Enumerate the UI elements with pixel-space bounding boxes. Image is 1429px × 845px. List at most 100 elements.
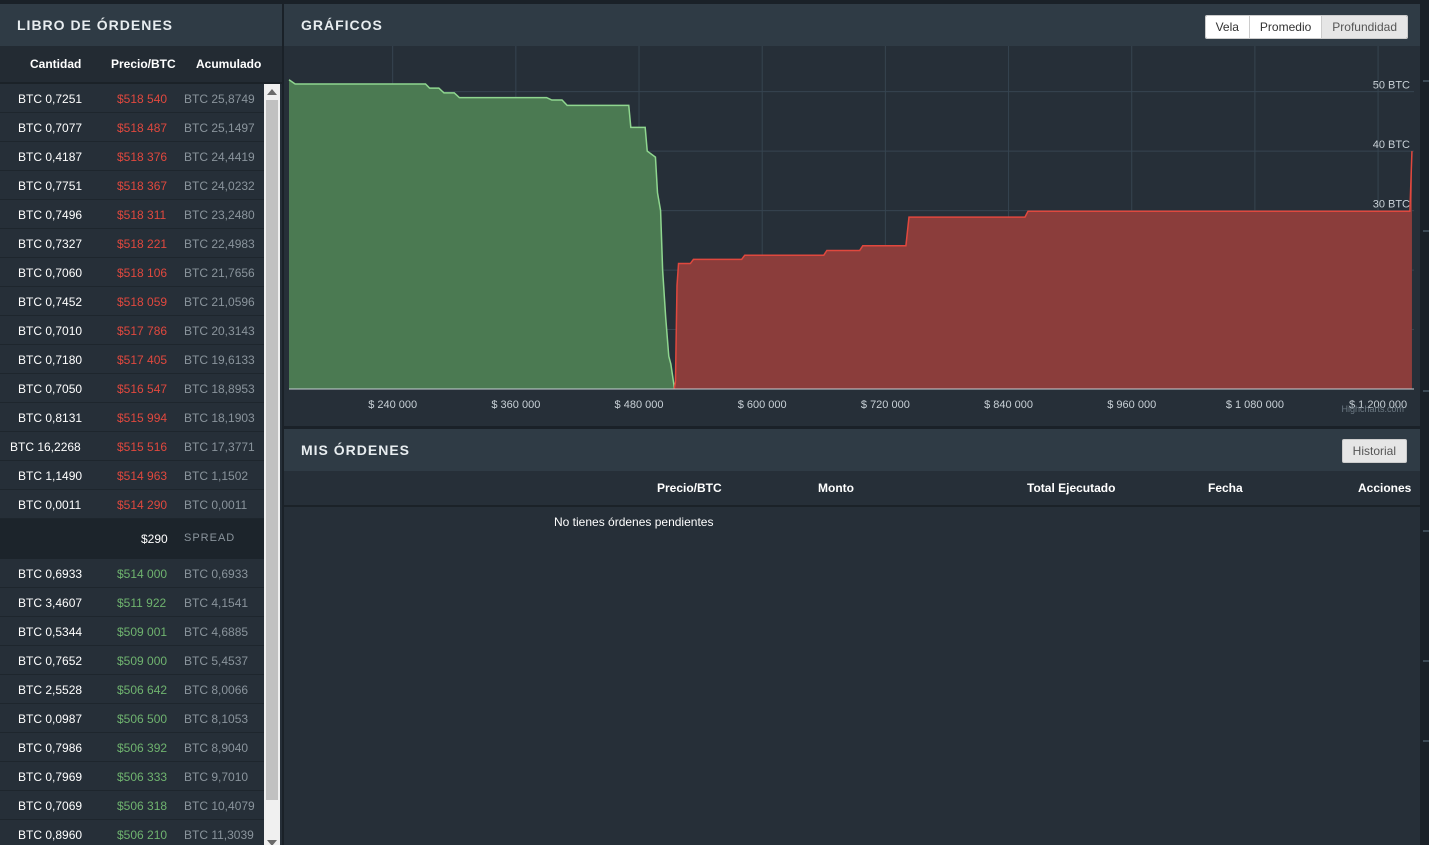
order-accumulated: BTC 4,6885 [184,625,249,639]
bid-row[interactable]: BTC 0,7652 $509 000 BTC 5,4537 [0,646,264,675]
bid-row[interactable]: BTC 0,7986 $506 392 BTC 8,9040 [0,733,264,762]
x-tick-label: $ 960 000 [1107,399,1156,411]
spread-row: $290 SPREAD [0,519,264,559]
y-tick-label: 30 BTC [1373,199,1410,211]
column-header-accumulated[interactable]: Acumulado [196,57,261,71]
order-price: $518 106 [117,266,168,280]
x-tick-label: $ 840 000 [984,399,1033,411]
chart-credit: Highcharts.com [1341,404,1404,414]
ask-row[interactable]: BTC 0,7180 $517 405 BTC 19,6133 [0,345,264,374]
column-header-price[interactable]: Precio/BTC [111,57,176,71]
bid-row[interactable]: BTC 0,0987 $506 500 BTC 8,1053 [0,704,264,733]
order-accumulated: BTC 20,3143 [184,324,255,338]
bid-row[interactable]: BTC 3,4607 $511 922 BTC 4,1541 [0,588,264,617]
order-accumulated: BTC 25,1497 [184,121,255,135]
ask-row[interactable]: BTC 0,7751 $518 367 BTC 24,0232 [0,171,264,200]
order-quantity: BTC 0,5344 [18,625,83,639]
ask-row[interactable]: BTC 16,2268 $515 516 BTC 17,3771 [0,432,264,461]
order-price: $517 405 [117,353,168,367]
tab-profundidad[interactable]: Profundidad [1322,16,1407,38]
order-price: $506 210 [117,828,168,842]
column-header-quantity[interactable]: Cantidad [30,57,81,71]
ask-row[interactable]: BTC 0,7077 $518 487 BTC 25,1497 [0,113,264,142]
order-price: $506 333 [117,770,168,784]
order-quantity: BTC 0,8131 [18,411,83,425]
x-tick-label: $ 600 000 [738,399,787,411]
orders-header-actions[interactable]: Acciones [1358,481,1411,495]
ask-row[interactable]: BTC 0,7452 $518 059 BTC 21,0596 [0,287,264,316]
ask-row[interactable]: BTC 1,1490 $514 963 BTC 1,1502 [0,461,264,490]
right-edge-gutter [1420,0,1429,845]
ask-row[interactable]: BTC 0,7496 $518 311 BTC 23,2480 [0,200,264,229]
bid-row[interactable]: BTC 0,5344 $509 001 BTC 4,6885 [0,617,264,646]
order-quantity: BTC 16,2268 [10,440,81,454]
order-quantity: BTC 1,1490 [18,469,83,483]
order-price: $511 922 [117,596,167,610]
order-price: $506 500 [117,712,168,726]
tab-vela[interactable]: Vela [1205,16,1250,38]
ask-row[interactable]: BTC 0,7050 $516 547 BTC 18,8953 [0,374,264,403]
tab-promedio[interactable]: Promedio [1249,16,1323,38]
x-tick-label: $ 720 000 [861,399,910,411]
orders-header-executed[interactable]: Total Ejecutado [1027,481,1115,495]
order-price: $514 290 [117,498,168,512]
ask-row[interactable]: BTC 0,8131 $515 994 BTC 18,1903 [0,403,264,432]
empty-orders-message: No tienes órdenes pendientes [554,515,714,529]
ask-row[interactable]: BTC 0,7251 $518 540 BTC 25,8749 [0,84,264,113]
orders-header-date[interactable]: Fecha [1208,481,1243,495]
scroll-down-arrow-icon[interactable] [267,840,277,845]
ask-row[interactable]: BTC 0,4187 $518 376 BTC 24,4419 [0,142,264,171]
order-quantity: BTC 0,7986 [18,741,83,755]
order-price: $506 318 [117,799,168,813]
bid-depth-area [289,79,675,390]
order-quantity: BTC 0,0987 [18,712,83,726]
order-accumulated: BTC 18,8953 [184,382,255,396]
ask-row[interactable]: BTC 0,0011 $514 290 BTC 0,0011 [0,490,264,519]
orders-header-price[interactable]: Precio/BTC [657,481,722,495]
order-price: $515 516 [117,440,168,454]
orders-header-amount[interactable]: Monto [818,481,854,495]
spread-value: $290 [141,532,168,546]
order-price: $506 642 [117,683,168,697]
ask-row[interactable]: BTC 0,7010 $517 786 BTC 20,3143 [0,316,264,345]
history-button[interactable]: Historial [1341,439,1407,463]
bid-row[interactable]: BTC 0,7969 $506 333 BTC 9,7010 [0,762,264,791]
bid-row[interactable]: BTC 0,8960 $506 210 BTC 11,3039 [0,820,264,845]
order-price: $517 786 [117,324,168,338]
order-quantity: BTC 0,7327 [18,237,83,251]
order-accumulated: BTC 22,4983 [184,237,255,251]
order-quantity: BTC 0,7751 [18,179,83,193]
order-price: $509 001 [117,625,168,639]
ask-row[interactable]: BTC 0,7327 $518 221 BTC 22,4983 [0,229,264,258]
bid-row[interactable]: BTC 0,7069 $506 318 BTC 10,4079 [0,791,264,820]
scroll-up-arrow-icon[interactable] [267,89,277,95]
order-quantity: BTC 0,7969 [18,770,83,784]
gutter-tick [1423,740,1429,742]
order-price: $518 367 [117,179,168,193]
gutter-tick [1423,530,1429,532]
scroll-thumb[interactable] [266,100,278,800]
charts-panel: GRÁFICOS Vela Promedio Profundidad $ 240… [284,4,1420,426]
gutter-tick [1423,80,1429,82]
order-price: $518 487 [117,121,168,135]
x-tick-label: $ 360 000 [491,399,540,411]
orderbook-panel: LIBRO DE ÓRDENES Cantidad Precio/BTC Acu… [0,4,282,845]
depth-chart-svg: $ 240 000 $ 360 000 $ 480 000 $ 600 000 $ 72… [288,46,1414,414]
order-quantity: BTC 0,8960 [18,828,83,842]
order-quantity: BTC 0,7069 [18,799,83,813]
bid-row[interactable]: BTC 2,5528 $506 642 BTC 8,0066 [0,675,264,704]
ask-row[interactable]: BTC 0,7060 $518 106 BTC 21,7656 [0,258,264,287]
chart-tab-group: Vela Promedio Profundidad [1204,15,1408,39]
bid-row[interactable]: BTC 0,6933 $514 000 BTC 0,6933 [0,559,264,588]
order-quantity: BTC 0,7050 [18,382,83,396]
order-quantity: BTC 0,7077 [18,121,83,135]
orderbook-scrollbar[interactable] [264,84,280,845]
order-accumulated: BTC 8,0066 [184,683,249,697]
order-quantity: BTC 0,6933 [18,567,83,581]
depth-chart[interactable]: $ 240 000 $ 360 000 $ 480 000 $ 600 000 $ 72… [284,46,1420,426]
order-price: $518 376 [117,150,168,164]
order-price: $515 994 [117,411,168,425]
order-accumulated: BTC 25,8749 [184,92,255,106]
x-tick-label: $ 240 000 [368,399,417,411]
order-quantity: BTC 0,7251 [18,92,83,106]
